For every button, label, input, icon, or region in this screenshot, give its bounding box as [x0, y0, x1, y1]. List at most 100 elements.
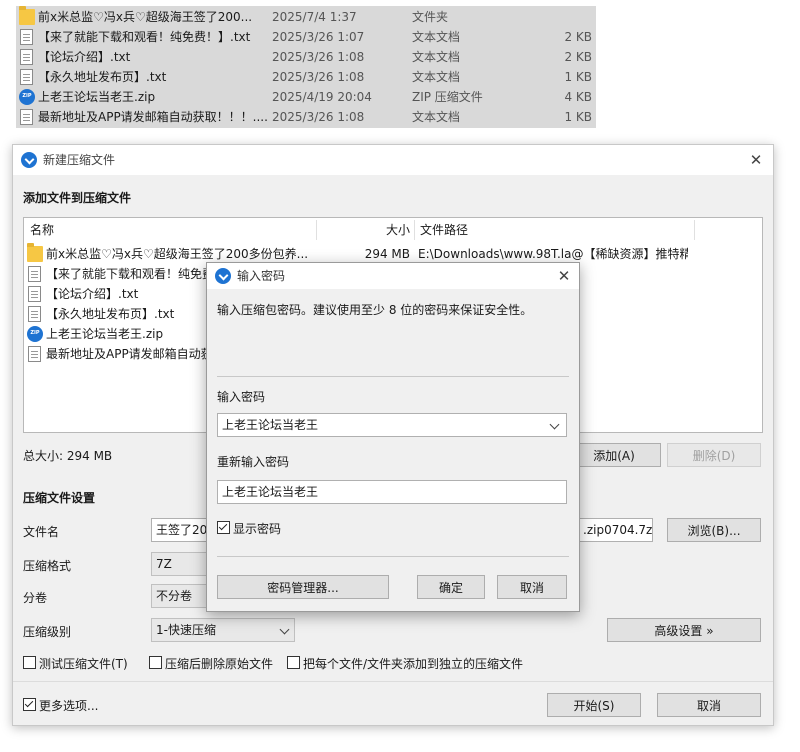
- explorer-file-date: 2025/3/26 1:08: [272, 110, 365, 124]
- zip-file-icon: [19, 86, 35, 106]
- filename-label: 文件名: [23, 525, 60, 539]
- password-input[interactable]: 上老王论坛当老王: [217, 413, 567, 437]
- folder-icon: [19, 6, 35, 25]
- show-password-label[interactable]: 显示密码: [233, 520, 281, 537]
- delete-after-checkbox[interactable]: [149, 656, 162, 669]
- text-file-icon: [28, 306, 41, 322]
- explorer-file-list: 前x米总监♡冯x兵♡超级海王签了200... 2025/7/4 1:37 文件夹【来…: [16, 6, 596, 128]
- browse-button[interactable]: 浏览(B)...: [667, 518, 761, 542]
- explorer-file-type: 文本文档: [412, 70, 461, 84]
- explorer-file-type: 文本文档: [412, 50, 461, 64]
- main-dialog-title: 新建压缩文件: [43, 153, 116, 167]
- column-header-path[interactable]: 文件路径: [420, 218, 468, 242]
- level-value: 1-快速压缩: [156, 623, 216, 637]
- total-size-label: 总大小: 294 MB: [23, 449, 113, 463]
- format-label: 压缩格式: [23, 559, 72, 573]
- password-manager-button[interactable]: 密码管理器...: [217, 575, 389, 599]
- test-archive-checkbox[interactable]: [23, 656, 36, 669]
- text-file-icon: [20, 69, 33, 85]
- filename-input[interactable]: 王签了20: [151, 518, 213, 542]
- explorer-file-name: 【论坛介绍】.txt: [38, 50, 131, 64]
- explorer-file-date: 2025/3/26 1:07: [272, 30, 365, 44]
- format-value: 7Z: [156, 557, 172, 571]
- main-cancel-button[interactable]: 取消: [657, 693, 761, 717]
- text-file-icon: [28, 266, 41, 282]
- text-file-icon: [28, 346, 41, 362]
- explorer-file-size: 2 KB: [564, 30, 592, 44]
- file-name: 前x米总监♡冯x兵♡超级海王签了200多份包养...: [46, 247, 309, 261]
- app-logo-icon: [21, 152, 37, 168]
- add-button[interactable]: 添加(A): [567, 443, 661, 467]
- main-close-icon[interactable]: ✕: [741, 145, 771, 175]
- explorer-row[interactable]: 最新地址及APP请发邮箱自动获取！！！.... 2025/3/26 1:08 文本文…: [16, 107, 596, 127]
- reenter-password-input[interactable]: 上老王论坛当老王: [217, 480, 567, 504]
- explorer-file-name: 最新地址及APP请发邮箱自动获取！！！....: [38, 110, 268, 124]
- password-label: 输入密码: [217, 390, 266, 404]
- delete-button[interactable]: 删除(D): [667, 443, 761, 467]
- split-value: 不分卷: [156, 589, 193, 603]
- explorer-row[interactable]: 【论坛介绍】.txt 2025/3/26 1:08 文本文档 2 KB: [16, 47, 596, 67]
- filename-suffix[interactable]: .zip0704.7z: [579, 518, 653, 542]
- zip-file-icon: [27, 323, 43, 343]
- password-value: 上老王论坛当老王: [222, 418, 319, 432]
- text-file-icon: [20, 109, 33, 125]
- password-dialog-title: 输入密码: [237, 269, 286, 283]
- password-ok-button[interactable]: 确定: [417, 575, 485, 599]
- main-titlebar: 新建压缩文件 ✕: [13, 145, 773, 175]
- level-label: 压缩级别: [23, 625, 72, 639]
- separate-archives-label[interactable]: 把每个文件/文件夹添加到独立的压缩文件: [303, 655, 523, 672]
- file-list-row[interactable]: 前x米总监♡冯x兵♡超级海王签了200多份包养... 294 MB E:\Downl…: [24, 243, 762, 264]
- password-dialog-logo-icon: [215, 268, 231, 284]
- explorer-file-type: 文本文档: [412, 30, 461, 44]
- explorer-file-date: 2025/4/19 20:04: [272, 90, 372, 104]
- delete-after-label[interactable]: 压缩后删除原始文件: [165, 655, 273, 672]
- explorer-file-date: 2025/3/26 1:08: [272, 70, 365, 84]
- chevron-down-icon: [279, 624, 290, 635]
- explorer-row[interactable]: 前x米总监♡冯x兵♡超级海王签了200... 2025/7/4 1:37 文件夹: [16, 6, 596, 27]
- column-header-size[interactable]: 大小: [324, 218, 410, 242]
- explorer-file-date: 2025/3/26 1:08: [272, 50, 365, 64]
- level-select[interactable]: 1-快速压缩: [151, 618, 295, 642]
- settings-section-title: 压缩文件设置: [23, 491, 96, 505]
- chevron-down-icon[interactable]: [549, 419, 560, 430]
- reenter-password-label: 重新输入密码: [217, 455, 290, 469]
- split-select[interactable]: 不分卷: [151, 584, 213, 608]
- explorer-file-size: 2 KB: [564, 50, 592, 64]
- password-cancel-button[interactable]: 取消: [497, 575, 567, 599]
- file-path: E:\Downloads\www.98T.la@【稀缺资源】推特精...: [418, 247, 688, 261]
- password-titlebar: 输入密码 ✕: [207, 263, 579, 289]
- explorer-file-date: 2025/7/4 1:37: [272, 10, 357, 24]
- explorer-file-name: 【来了就能下载和观看！纯免费！】.txt: [38, 30, 251, 44]
- text-file-icon: [28, 286, 41, 302]
- show-password-checkbox[interactable]: [217, 521, 230, 534]
- start-button[interactable]: 开始(S): [547, 693, 641, 717]
- file-size: 294 MB: [364, 247, 410, 261]
- explorer-row[interactable]: 【来了就能下载和观看！纯免费！】.txt 2025/3/26 1:07 文本文档 2 …: [16, 27, 596, 47]
- split-label: 分卷: [23, 591, 48, 605]
- separate-archives-checkbox[interactable]: [287, 656, 300, 669]
- explorer-file-type: ZIP 压缩文件: [412, 90, 483, 104]
- text-file-icon: [20, 49, 33, 65]
- explorer-file-type: 文本文档: [412, 110, 461, 124]
- test-archive-label[interactable]: 测试压缩文件(T): [39, 655, 128, 672]
- column-header-name[interactable]: 名称: [30, 218, 54, 242]
- explorer-file-name: 【永久地址发布页】.txt: [38, 70, 167, 84]
- advanced-settings-button[interactable]: 高级设置 »: [607, 618, 761, 642]
- more-options-label[interactable]: 更多选项...: [39, 697, 98, 714]
- add-files-section-title: 添加文件到压缩文件: [23, 191, 132, 205]
- password-description: 输入压缩包密码。建议使用至少 8 位的密码来保证安全性。: [217, 303, 533, 317]
- password-dialog: 输入密码 ✕ 输入压缩包密码。建议使用至少 8 位的密码来保证安全性。 输入密码…: [206, 262, 580, 612]
- text-file-icon: [20, 29, 33, 45]
- explorer-row[interactable]: 【永久地址发布页】.txt 2025/3/26 1:08 文本文档 1 KB: [16, 67, 596, 87]
- explorer-file-type: 文件夹: [412, 10, 449, 24]
- explorer-row[interactable]: 上老王论坛当老王.zip 2025/4/19 20:04 ZIP 压缩文件 4 KB: [16, 86, 596, 107]
- explorer-file-name: 前x米总监♡冯x兵♡超级海王签了200...: [38, 10, 253, 24]
- explorer-file-size: 1 KB: [564, 110, 592, 124]
- explorer-file-name: 上老王论坛当老王.zip: [38, 90, 156, 104]
- password-close-icon[interactable]: ✕: [549, 263, 579, 289]
- explorer-file-size: 1 KB: [564, 70, 592, 84]
- more-options-checkbox[interactable]: [23, 698, 36, 711]
- explorer-file-size: 4 KB: [564, 90, 592, 104]
- folder-icon: [27, 243, 43, 262]
- format-select[interactable]: 7Z: [151, 552, 213, 576]
